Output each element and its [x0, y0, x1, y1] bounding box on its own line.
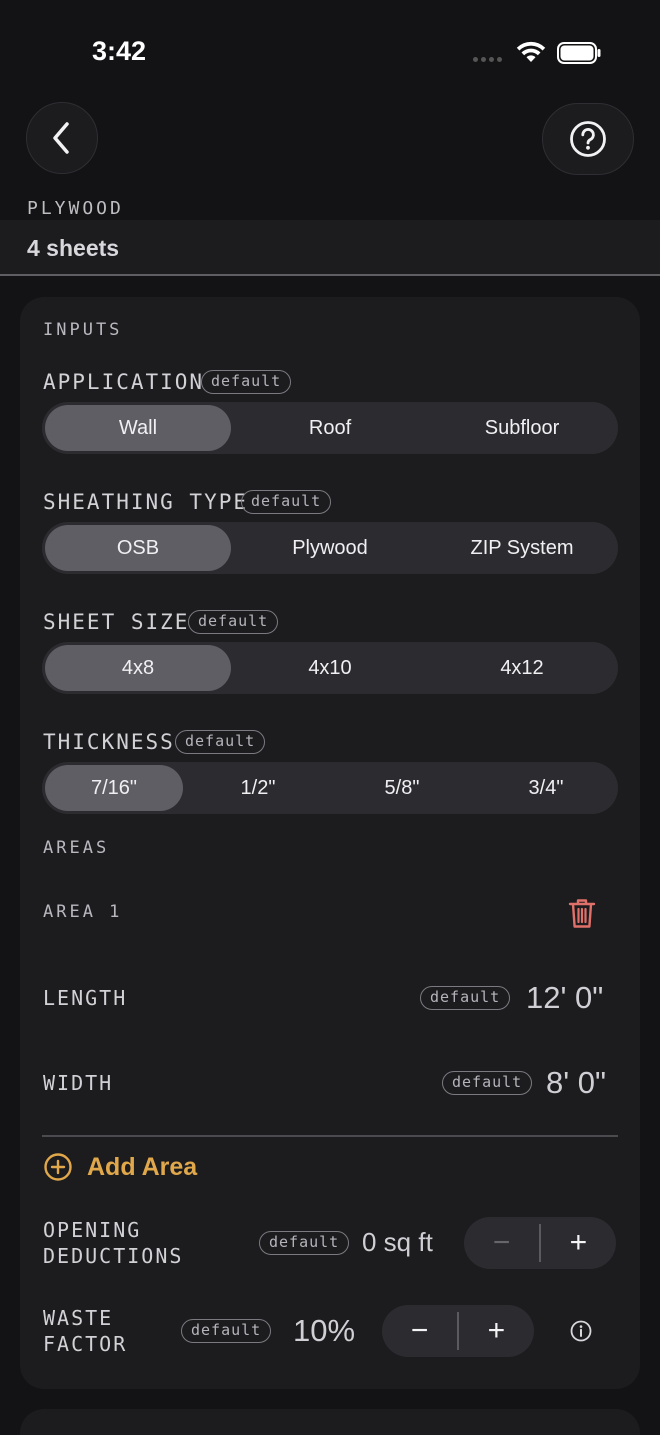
thickness-option-5-8[interactable]: 5/8" [333, 765, 471, 811]
info-icon[interactable] [570, 1320, 592, 1342]
divider [42, 1135, 618, 1137]
application-label: APPLICATION [43, 370, 205, 394]
chevron-left-icon [53, 122, 69, 154]
default-badge: default [442, 1071, 533, 1095]
default-badge: default [175, 730, 266, 754]
opening-deductions-label-line2: DEDUCTIONS [43, 1244, 184, 1268]
opening-deductions-label-line1: OPENING [43, 1218, 142, 1242]
default-badge: default [241, 490, 332, 514]
cellular-signal-icon [473, 57, 502, 62]
add-area-label: Add Area [87, 1152, 198, 1181]
opening-deductions-value: 0 sq ft [362, 1227, 433, 1257]
status-time: 3:42 [92, 36, 147, 66]
wifi-icon [516, 41, 546, 62]
decrement-button[interactable]: − [464, 1217, 539, 1269]
area-title: AREA 1 [43, 902, 123, 922]
width-value[interactable]: 8' 0" [546, 1065, 606, 1101]
default-badge: default [420, 986, 511, 1010]
sheet-size-option-4x10[interactable]: 4x10 [237, 645, 423, 691]
thickness-option-1-2[interactable]: 1/2" [189, 765, 327, 811]
next-card [20, 1409, 640, 1435]
increment-button[interactable]: + [459, 1305, 534, 1357]
result-quantity: 4 sheets [27, 235, 120, 261]
thickness-segmented-control: 7/16" 1/2" 5/8" 3/4" [42, 762, 618, 814]
default-badge: default [259, 1231, 350, 1255]
width-label: WIDTH [43, 1071, 114, 1095]
waste-factor-stepper: − + [382, 1305, 534, 1357]
sheathing-type-segmented-control: OSB Plywood ZIP System [42, 522, 618, 574]
application-option-roof[interactable]: Roof [237, 405, 423, 451]
thickness-option-3-4[interactable]: 3/4" [477, 765, 615, 811]
application-option-subfloor[interactable]: Subfloor [429, 405, 615, 451]
add-area-button[interactable]: Add Area [43, 1152, 197, 1182]
default-badge: default [201, 370, 292, 394]
thickness-option-7-16[interactable]: 7/16" [45, 765, 183, 811]
waste-factor-label-line2: FACTOR [43, 1332, 128, 1356]
opening-deductions-stepper: − + [464, 1217, 616, 1269]
length-label: LENGTH [43, 986, 128, 1010]
decrement-button[interactable]: − [382, 1305, 457, 1357]
sheet-size-option-4x12[interactable]: 4x12 [429, 645, 615, 691]
thickness-label: THICKNESS [43, 730, 175, 754]
application-option-wall[interactable]: Wall [45, 405, 231, 451]
increment-button[interactable]: + [541, 1217, 616, 1269]
application-segmented-control: Wall Roof Subfloor [42, 402, 618, 454]
sheet-size-label: SHEET SIZE [43, 610, 190, 634]
sheet-size-segmented-control: 4x8 4x10 4x12 [42, 642, 618, 694]
waste-factor-value: 10% [293, 1313, 356, 1348]
sheathing-option-zip-system[interactable]: ZIP System [429, 525, 615, 571]
sheathing-option-plywood[interactable]: Plywood [237, 525, 423, 571]
length-value[interactable]: 12' 0" [526, 980, 603, 1016]
plus-circle-icon [44, 1153, 72, 1181]
default-badge: default [188, 610, 279, 634]
sheathing-type-label: SHEATHING TYPE [43, 490, 249, 514]
battery-icon [557, 42, 601, 64]
default-badge: default [181, 1319, 272, 1343]
sheathing-option-osb[interactable]: OSB [45, 525, 231, 571]
help-button[interactable] [542, 103, 634, 175]
inputs-section-label: INPUTS [43, 320, 123, 340]
areas-section-label: AREAS [43, 838, 110, 858]
material-label: PLYWOOD [27, 198, 124, 219]
sheet-size-option-4x8[interactable]: 4x8 [45, 645, 231, 691]
waste-factor-label-line1: WASTE [43, 1306, 114, 1330]
trash-icon[interactable] [568, 897, 596, 929]
question-circle-icon [570, 121, 606, 157]
back-button[interactable] [26, 102, 98, 174]
